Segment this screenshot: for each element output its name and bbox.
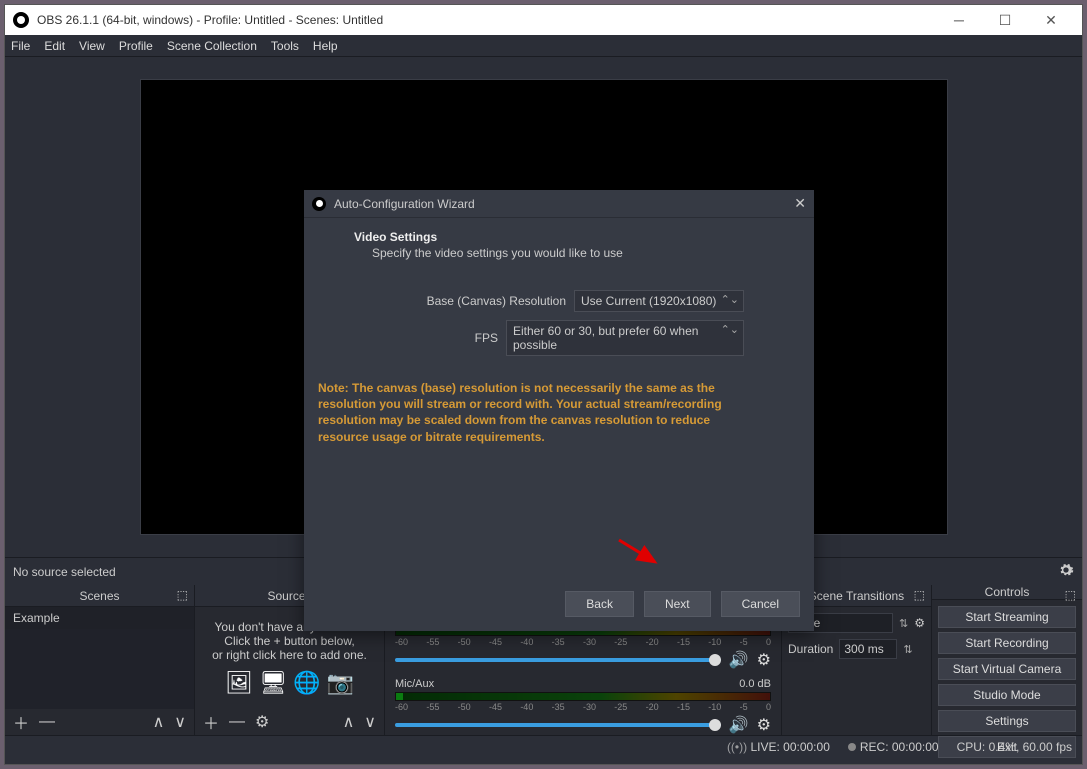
source-down-button[interactable]: ∨ [364,712,376,732]
chevron-updown-icon: ⌃⌄ [721,293,739,306]
back-button[interactable]: Back [565,591,634,617]
rec-status: REC: 00:00:00 [848,740,939,754]
scenes-toolbar: ＋ — ∧ ∨ [5,709,194,735]
gear-icon[interactable]: ⚙ [914,616,925,630]
remove-scene-button[interactable]: — [39,713,55,731]
scene-item[interactable]: Example [5,607,194,629]
controls-panel: Controls ⬚ Start Streaming Start Recordin… [932,585,1082,735]
close-button[interactable]: ✕ [1028,5,1074,35]
duration-label: Duration [788,642,833,656]
fps-select[interactable]: Either 60 or 30, but prefer 60 when poss… [506,320,744,356]
live-status: ((•)) LIVE: 00:00:00 [727,740,830,754]
dialog-titlebar[interactable]: Auto-Configuration Wizard ✕ [304,190,814,218]
menu-help[interactable]: Help [313,39,338,53]
next-button[interactable]: Next [644,591,711,617]
source-up-button[interactable]: ∧ [343,712,355,732]
scenes-title: Scenes [79,589,119,603]
close-icon[interactable]: ✕ [794,195,806,212]
start-streaming-button[interactable]: Start Streaming [938,606,1076,628]
duration-input[interactable]: 300 ms [839,639,897,659]
controls-title: Controls [985,585,1030,599]
scene-list[interactable]: Example [5,607,194,709]
menu-tools[interactable]: Tools [271,39,299,53]
globe-icon: 🌐 [293,670,320,696]
gear-icon[interactable]: ⚙ [757,715,771,735]
audio-meter [395,692,771,701]
window-title: OBS 26.1.1 (64-bit, windows) - Profile: … [37,13,383,27]
add-source-button[interactable]: ＋ [203,710,219,734]
gear-icon[interactable]: ⚙ [757,650,771,670]
volume-slider[interactable] [395,658,721,662]
dialog-title: Auto-Configuration Wizard [334,197,475,211]
menu-profile[interactable]: Profile [119,39,153,53]
titlebar[interactable]: OBS 26.1.1 (64-bit, windows) - Profile: … [5,5,1082,35]
popout-icon[interactable]: ⬚ [1065,588,1076,602]
menu-file[interactable]: File [11,39,30,53]
meter-scale: -60-55-50-45-40-35-30-25-20-15-10-50 [395,637,771,647]
mixer-mic-aux: Mic/Aux 0.0 dB -60-55-50-45-40-35-30-25-2… [395,678,771,735]
sources-toolbar: ＋ — ⚙ ∧ ∨ [195,709,384,735]
no-source-text: No source selected [13,565,116,579]
menu-view[interactable]: View [79,39,105,53]
studio-mode-button[interactable]: Studio Mode [938,684,1076,706]
statusbar: ((•)) LIVE: 00:00:00 REC: 00:00:00 CPU: … [5,735,1082,757]
cpu-status: CPU: 0.4%, 60.00 fps [957,740,1072,754]
cancel-button[interactable]: Cancel [721,591,800,617]
image-icon: 🖼 [225,670,253,696]
auto-config-wizard: Auto-Configuration Wizard ✕ Video Settin… [304,190,814,631]
settings-button[interactable]: Settings [938,710,1076,732]
dialog-heading: Video Settings [354,230,784,244]
resolution-select[interactable]: Use Current (1920x1080)⌃⌄ [574,290,744,312]
obs-logo-icon [13,12,29,28]
add-scene-button[interactable]: ＋ [13,710,29,734]
mixer-label: Mic/Aux [395,678,434,690]
up-down-icon[interactable]: ⇅ [899,617,908,630]
dialog-subheading: Specify the video settings you would lik… [372,246,784,260]
menu-scene-collection[interactable]: Scene Collection [167,39,257,53]
obs-logo-icon [312,197,326,211]
resolution-label: Base (Canvas) Resolution [427,294,566,308]
gear-icon[interactable] [1058,562,1074,581]
mixer-db: 0.0 dB [739,678,771,690]
popout-icon[interactable]: ⬚ [177,588,188,602]
sources-empty-l2: Click the + button below, [224,634,354,648]
sources-empty-l3: or right click here to add one. [212,648,367,662]
up-down-icon[interactable]: ⇅ [903,643,912,656]
camera-icon: 📷 [326,670,353,696]
transitions-title: Scene Transitions [809,589,904,603]
scene-down-button[interactable]: ∨ [174,712,186,732]
remove-source-button[interactable]: — [229,713,245,731]
display-icon: 🖥 [259,670,287,696]
menubar: File Edit View Profile Scene Collection … [5,35,1082,57]
start-virtual-camera-button[interactable]: Start Virtual Camera [938,658,1076,680]
scene-up-button[interactable]: ∧ [153,712,165,732]
popout-icon[interactable]: ⬚ [914,588,925,602]
minimize-button[interactable]: ─ [936,5,982,35]
start-recording-button[interactable]: Start Recording [938,632,1076,654]
volume-slider[interactable] [395,723,721,727]
speaker-icon[interactable]: 🔊 [729,715,749,735]
dialog-note: Note: The canvas (base) resolution is no… [318,380,784,445]
maximize-button[interactable]: ☐ [982,5,1028,35]
chevron-updown-icon: ⌃⌄ [721,323,739,336]
speaker-icon[interactable]: 🔊 [729,650,749,670]
fps-label: FPS [475,331,498,345]
source-props-button[interactable]: ⚙ [255,712,269,732]
meter-scale: -60-55-50-45-40-35-30-25-20-15-10-50 [395,702,771,712]
menu-edit[interactable]: Edit [44,39,65,53]
scenes-panel: Scenes ⬚ Example ＋ — ∧ ∨ [5,585,195,735]
